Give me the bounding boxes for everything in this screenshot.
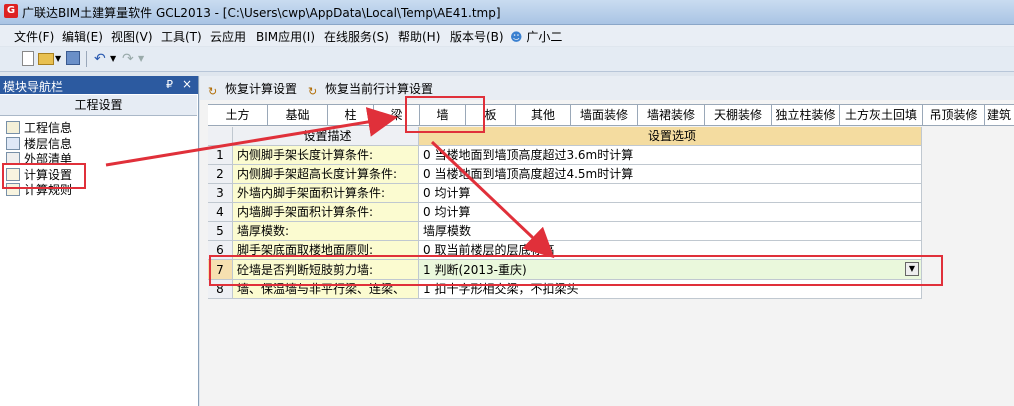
row-num: 5: [208, 222, 233, 241]
pin-icon[interactable]: ₽: [166, 78, 173, 91]
save-icon[interactable]: [66, 51, 80, 65]
assistant-label: 广小二: [526, 30, 563, 44]
undo-icon[interactable]: ↶: [94, 51, 110, 67]
menu-view[interactable]: 视图(V): [111, 28, 153, 45]
restore-row-label: 恢复当前行计算设置: [325, 82, 434, 96]
open-folder-icon[interactable]: [38, 53, 54, 65]
row-num: 4: [208, 203, 233, 222]
calc-settings-area: ↻ 恢复计算设置 ↻ 恢复当前行计算设置 土方 基础 柱 梁 墙 板 其他 墙面装修…: [200, 76, 1014, 406]
row-num: 1: [208, 146, 233, 165]
tab-earthwork[interactable]: 土方: [208, 105, 268, 125]
header-num: [208, 127, 233, 146]
annotation-box-row-7: [209, 255, 943, 286]
tab-ceiling-finish[interactable]: 天棚装修: [705, 105, 772, 125]
table-row[interactable]: 3 外墙内脚手架面积计算条件: 0 均计算: [208, 184, 922, 203]
restore-toolbar: ↻ 恢复计算设置 ↻ 恢复当前行计算设置: [200, 76, 1014, 100]
app-logo-icon: G: [4, 4, 18, 18]
project-info-icon: [6, 121, 20, 134]
tab-suspended-ceiling[interactable]: 吊顶装修: [923, 105, 985, 125]
row-desc: 外墙内脚手架面积计算条件:: [233, 184, 419, 203]
nav-item-floor-info[interactable]: 楼层信息: [6, 136, 72, 152]
tab-backfill[interactable]: 土方灰土回填: [840, 105, 923, 125]
tab-column-finish[interactable]: 独立柱装修: [772, 105, 840, 125]
menu-edit[interactable]: 编辑(E): [62, 28, 103, 45]
row-desc: 内墙脚手架面积计算条件:: [233, 203, 419, 222]
row-value[interactable]: 0 当楼地面到墙顶高度超过4.5m时计算: [419, 165, 922, 184]
redo-dropdown-icon[interactable]: ▼: [138, 51, 146, 67]
row-desc: 内侧脚手架长度计算条件:: [233, 146, 419, 165]
new-file-icon[interactable]: [22, 51, 34, 66]
annotation-box-wall-tab: [405, 96, 485, 133]
row-desc: 墙厚模数:: [233, 222, 419, 241]
nav-panel-header: 模块导航栏 ₽ ×: [0, 76, 198, 94]
window-title: 广联达BIM土建算量软件 GCL2013 - [C:\Users\cwp\App…: [22, 6, 501, 20]
header-desc: 设置描述: [233, 127, 419, 146]
table-row[interactable]: 2 内侧脚手架超高长度计算条件: 0 当楼地面到墙顶高度超过4.5m时计算: [208, 165, 922, 184]
menu-tools[interactable]: 工具(T): [161, 28, 202, 45]
table-row[interactable]: 5 墙厚模数: 墙厚模数: [208, 222, 922, 241]
nav-item-label: 楼层信息: [24, 137, 73, 151]
table-row[interactable]: 4 内墙脚手架面积计算条件: 0 均计算: [208, 203, 922, 222]
table-row[interactable]: 1 内侧脚手架长度计算条件: 0 当楼地面到墙顶高度超过3.6m时计算: [208, 146, 922, 165]
open-dropdown-icon[interactable]: ▼: [55, 51, 63, 67]
restore-icon: ↻: [208, 85, 218, 98]
grid-header: 设置描述 设置选项: [208, 127, 922, 146]
toolbar-separator: [86, 51, 87, 67]
menu-version[interactable]: 版本号(B): [450, 28, 504, 45]
tab-building[interactable]: 建筑: [985, 105, 1014, 125]
tab-wall-finish[interactable]: 墙面装修: [571, 105, 638, 125]
module-nav-panel: 模块导航栏 ₽ × 工程设置 工程信息 楼层信息 外部清单 计算设置 计算规则: [0, 76, 199, 406]
nav-panel-title: 模块导航栏: [3, 80, 64, 94]
undo-dropdown-icon[interactable]: ▼: [110, 51, 118, 67]
restore-calc-label: 恢复计算设置: [225, 82, 298, 96]
tab-other[interactable]: 其他: [516, 105, 571, 125]
restore-row-icon: ↻: [308, 85, 318, 98]
row-num: 3: [208, 184, 233, 203]
nav-group-project-settings[interactable]: 工程设置: [0, 95, 197, 116]
close-icon[interactable]: ×: [182, 77, 192, 91]
tab-foundation[interactable]: 基础: [268, 105, 328, 125]
redo-icon[interactable]: ↷: [122, 51, 138, 67]
row-value[interactable]: 墙厚模数: [419, 222, 922, 241]
row-value[interactable]: 0 当楼地面到墙顶高度超过3.6m时计算: [419, 146, 922, 165]
tab-dado-finish[interactable]: 墙裙装修: [638, 105, 705, 125]
assistant-icon: ☻: [510, 30, 523, 44]
menu-file[interactable]: 文件(F): [14, 28, 54, 45]
row-desc: 内侧脚手架超高长度计算条件:: [233, 165, 419, 184]
nav-item-label: 工程信息: [24, 121, 73, 135]
row-value[interactable]: 0 均计算: [419, 184, 922, 203]
menu-bim[interactable]: BIM应用(I): [256, 28, 315, 45]
restore-calc-settings-button[interactable]: ↻ 恢复计算设置: [208, 80, 298, 98]
restore-row-settings-button[interactable]: ↻ 恢复当前行计算设置: [308, 80, 434, 98]
row-value[interactable]: 0 均计算: [419, 203, 922, 222]
annotation-box-calc-settings: [2, 163, 86, 189]
header-value: 设置选项: [419, 127, 922, 146]
row-num: 2: [208, 165, 233, 184]
menu-assistant[interactable]: ☻ 广小二: [510, 28, 562, 45]
tab-column[interactable]: 柱: [328, 105, 374, 125]
menu-cloud[interactable]: 云应用: [210, 28, 246, 45]
title-bar: G 广联达BIM土建算量软件 GCL2013 - [C:\Users\cwp\A…: [0, 0, 1014, 25]
nav-item-project-info[interactable]: 工程信息: [6, 120, 72, 136]
menu-bar: 文件(F) 编辑(E) 视图(V) 工具(T) 云应用 BIM应用(I) 在线服…: [0, 25, 1014, 46]
component-tabs: 土方 基础 柱 梁 墙 板 其他 墙面装修 墙裙装修 天棚装修 独立柱装修 土方…: [208, 104, 1014, 126]
floor-info-icon: [6, 137, 20, 150]
menu-help[interactable]: 帮助(H): [398, 28, 440, 45]
toolbar: ▼ ↶ ▼ ↷ ▼: [0, 47, 1014, 72]
menu-online[interactable]: 在线服务(S): [324, 28, 389, 45]
